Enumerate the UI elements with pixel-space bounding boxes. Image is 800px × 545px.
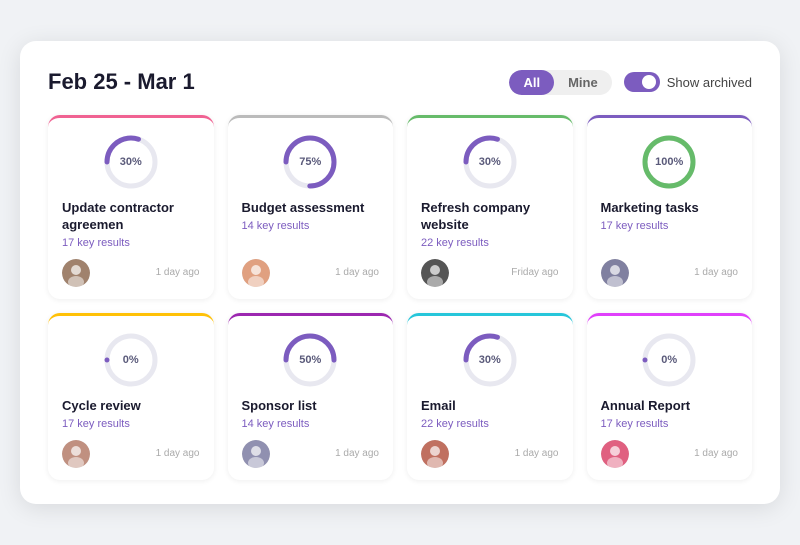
toggle-group: Show archived (624, 72, 752, 92)
card-card-8[interactable]: 0% Annual Report 17 key results 1 day ag… (587, 313, 753, 480)
filter-mine-button[interactable]: Mine (554, 70, 612, 95)
card-footer: 1 day ago (242, 440, 380, 468)
card-donut-wrapper: 30% (62, 134, 200, 190)
donut-chart: 30% (462, 332, 518, 388)
avatar (421, 259, 449, 287)
card-donut-wrapper: 0% (601, 332, 739, 388)
card-time: 1 day ago (335, 267, 379, 278)
donut-chart: 30% (103, 134, 159, 190)
avatar (601, 440, 629, 468)
card-card-2[interactable]: 75% Budget assessment 14 key results 1 d… (228, 115, 394, 299)
card-footer: 1 day ago (242, 259, 380, 287)
card-title: Refresh company website (421, 200, 559, 234)
card-title: Marketing tasks (601, 200, 699, 217)
card-time: 1 day ago (694, 448, 738, 459)
avatar (242, 440, 270, 468)
card-time: 1 day ago (156, 448, 200, 459)
progress-label: 50% (299, 354, 321, 366)
avatar (242, 259, 270, 287)
card-key-results: 17 key results (62, 237, 130, 249)
progress-label: 30% (479, 156, 501, 168)
card-key-results: 22 key results (421, 418, 489, 430)
donut-chart: 75% (282, 134, 338, 190)
card-key-results: 22 key results (421, 237, 489, 249)
card-time: 1 day ago (156, 267, 200, 278)
card-time: Friday ago (511, 267, 558, 278)
card-key-results: 17 key results (62, 418, 130, 430)
donut-chart: 0% (103, 332, 159, 388)
progress-label: 100% (655, 156, 683, 168)
card-donut-wrapper: 30% (421, 332, 559, 388)
header: Feb 25 - Mar 1 All Mine Show archived (48, 69, 752, 95)
filter-group: All Mine (509, 70, 611, 95)
card-title: Email (421, 398, 456, 415)
avatar (601, 259, 629, 287)
card-title: Budget assessment (242, 200, 365, 217)
archived-toggle[interactable] (624, 72, 660, 92)
avatar (62, 440, 90, 468)
card-time: 1 day ago (694, 267, 738, 278)
card-donut-wrapper: 100% (601, 134, 739, 190)
avatar (62, 259, 90, 287)
card-grid: 30% Update contractor agreemen 17 key re… (48, 115, 752, 480)
card-donut-wrapper: 50% (242, 332, 380, 388)
filter-all-button[interactable]: All (509, 70, 554, 95)
card-title: Annual Report (601, 398, 691, 415)
toggle-label: Show archived (667, 75, 752, 90)
donut-chart: 30% (462, 134, 518, 190)
donut-chart: 100% (641, 134, 697, 190)
card-footer: 1 day ago (601, 259, 739, 287)
progress-label: 75% (299, 156, 321, 168)
card-footer: 1 day ago (421, 440, 559, 468)
card-donut-wrapper: 75% (242, 134, 380, 190)
page-title: Feb 25 - Mar 1 (48, 69, 195, 95)
card-card-3[interactable]: 30% Refresh company website 22 key resul… (407, 115, 573, 299)
card-donut-wrapper: 0% (62, 332, 200, 388)
card-card-4[interactable]: 100% Marketing tasks 17 key results 1 da… (587, 115, 753, 299)
card-key-results: 14 key results (242, 220, 310, 232)
card-card-1[interactable]: 30% Update contractor agreemen 17 key re… (48, 115, 214, 299)
app-container: Feb 25 - Mar 1 All Mine Show archived 30… (20, 41, 780, 504)
progress-label: 30% (479, 354, 501, 366)
card-footer: 1 day ago (62, 440, 200, 468)
card-footer: Friday ago (421, 259, 559, 287)
progress-label: 0% (661, 354, 677, 366)
header-controls: All Mine Show archived (509, 70, 752, 95)
donut-chart: 50% (282, 332, 338, 388)
progress-label: 30% (120, 156, 142, 168)
donut-chart: 0% (641, 332, 697, 388)
card-key-results: 17 key results (601, 418, 669, 430)
card-time: 1 day ago (335, 448, 379, 459)
card-time: 1 day ago (515, 448, 559, 459)
avatar (421, 440, 449, 468)
card-title: Sponsor list (242, 398, 317, 415)
card-title: Cycle review (62, 398, 141, 415)
card-donut-wrapper: 30% (421, 134, 559, 190)
card-key-results: 17 key results (601, 220, 669, 232)
card-card-5[interactable]: 0% Cycle review 17 key results 1 day ago (48, 313, 214, 480)
card-footer: 1 day ago (62, 259, 200, 287)
card-card-7[interactable]: 30% Email 22 key results 1 day ago (407, 313, 573, 480)
card-footer: 1 day ago (601, 440, 739, 468)
card-key-results: 14 key results (242, 418, 310, 430)
progress-label: 0% (123, 354, 139, 366)
card-card-6[interactable]: 50% Sponsor list 14 key results 1 day ag… (228, 313, 394, 480)
card-title: Update contractor agreemen (62, 200, 200, 234)
